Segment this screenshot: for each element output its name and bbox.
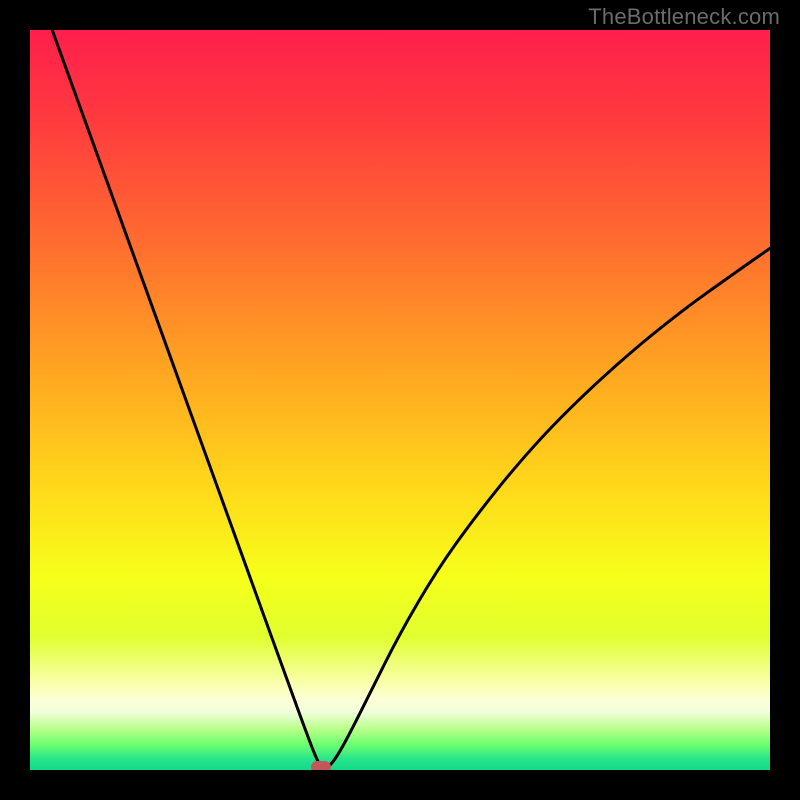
watermark-text: TheBottleneck.com <box>588 4 780 30</box>
chart-frame: TheBottleneck.com <box>0 0 800 800</box>
bottleneck-curve <box>30 30 770 770</box>
optimal-marker <box>311 761 331 770</box>
plot-area <box>30 30 770 770</box>
